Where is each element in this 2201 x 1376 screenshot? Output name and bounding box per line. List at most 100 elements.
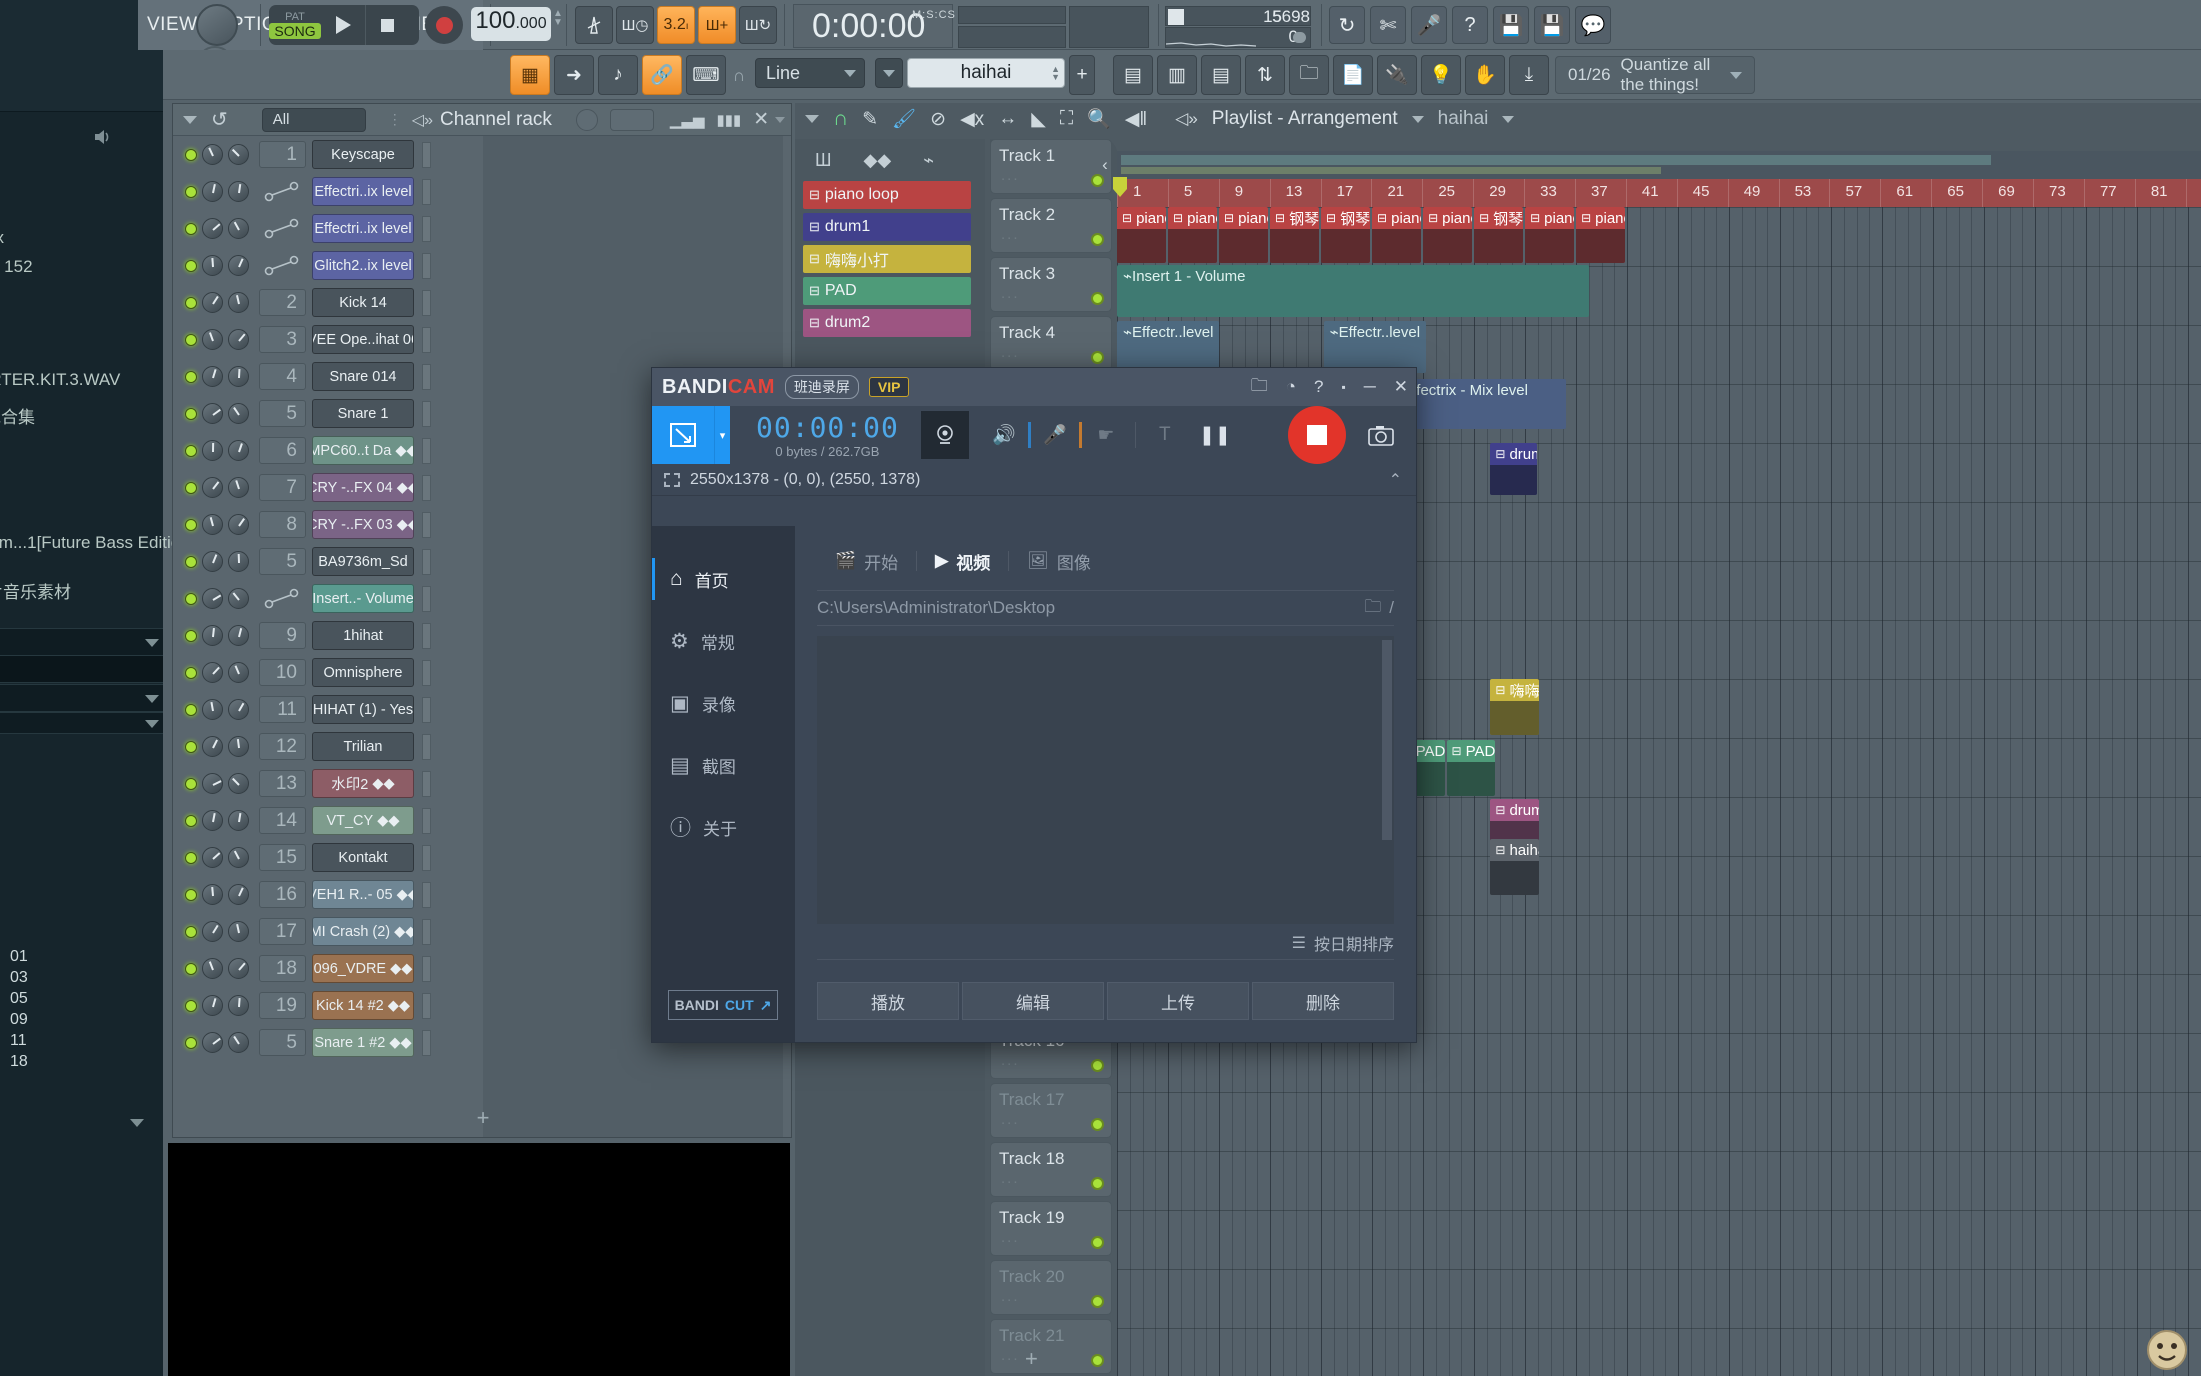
track-enable-led[interactable]	[1091, 1118, 1104, 1131]
channel-filter-select[interactable]: All	[261, 107, 785, 132]
volume-knob[interactable]	[228, 995, 249, 1016]
bandicam-dialog[interactable]: BANDICAM 班迪录屏 VIP 🗀 ◔ ? ▪ ─ ✕ ▾ 00:00:00…	[651, 367, 1417, 1043]
pattern-prev-button[interactable]	[875, 58, 903, 88]
track-name[interactable]: Track 18	[999, 1149, 1065, 1169]
pattern-name-field[interactable]: haihai ▲ ▼	[907, 58, 1065, 88]
volume-knob[interactable]	[228, 366, 249, 387]
pan-knob[interactable]	[202, 403, 223, 424]
pan-knob[interactable]	[202, 588, 223, 609]
webcam-toggle[interactable]	[920, 411, 969, 459]
channel-step-bar[interactable]	[422, 511, 431, 538]
chevron-down-icon[interactable]	[1411, 115, 1424, 123]
magnet-icon[interactable]: ∩	[733, 66, 745, 86]
playlist-clip[interactable]: ⊟drum2	[1490, 799, 1539, 841]
bandicam-titlebar[interactable]: BANDICAM 班迪录屏 VIP 🗀 ◔ ? ▪ ─ ✕	[652, 368, 1416, 406]
pattern-clip[interactable]: ⊟ drum1	[803, 213, 971, 241]
channel-led[interactable]	[185, 962, 197, 975]
piano-roll-button[interactable]: ▦	[510, 55, 550, 95]
browser-item-4[interactable]: Sam...1[Future Bass Edition]	[0, 533, 194, 553]
plugin-power-button[interactable]: 🔌	[1377, 55, 1417, 95]
channel-index[interactable]: 19	[259, 992, 306, 1019]
volume-knob[interactable]	[228, 921, 249, 942]
channel-index[interactable]: 8	[259, 511, 306, 538]
pan-knob[interactable]	[202, 810, 223, 831]
playlist-clip[interactable]: ⊟haihai	[1490, 839, 1539, 895]
folder-icon[interactable]: 🗀	[1251, 373, 1268, 402]
playlist-track[interactable]: Track 2...	[990, 198, 1112, 253]
channel-step-bar[interactable]	[422, 178, 431, 205]
volume-knob[interactable]	[228, 292, 249, 313]
pan-knob[interactable]	[202, 773, 223, 794]
bandicam-tab[interactable]: 🎬 开始	[817, 549, 916, 574]
master-pitch-knob[interactable]	[196, 4, 238, 46]
pan-knob[interactable]	[202, 366, 223, 387]
channel-step-bar[interactable]	[422, 696, 431, 723]
tempo-field[interactable]: 100.000	[471, 7, 551, 41]
pan-knob[interactable]	[202, 292, 223, 313]
pause-button[interactable]: ❚❚	[1194, 414, 1236, 456]
channel-index[interactable]: 3	[259, 326, 306, 353]
channel-led[interactable]	[185, 222, 197, 235]
channel-name[interactable]: Kick 14	[312, 288, 414, 317]
playlist-clip[interactable]: ⊟piano loop	[1117, 207, 1166, 263]
channel-led[interactable]	[185, 703, 197, 716]
tempo-stepper-icon[interactable]: ▲ ▼	[553, 9, 563, 28]
track-menu-dots[interactable]: ...	[1001, 1229, 1020, 1246]
channel-step-bar[interactable]	[422, 955, 431, 982]
slice-tool-icon[interactable]: ◣	[1031, 108, 1046, 131]
channel-step-bar[interactable]	[422, 363, 431, 390]
add-channel-button[interactable]: +	[173, 1105, 793, 1131]
channel-step-bar[interactable]	[422, 141, 431, 168]
pan-knob[interactable]	[202, 551, 223, 572]
channel-index[interactable]: 14	[259, 807, 306, 834]
volume-knob[interactable]	[228, 403, 249, 424]
volume-knob[interactable]	[228, 440, 249, 461]
close-icon[interactable]: ✕	[753, 108, 769, 131]
playlist-track[interactable]: Track 17...	[990, 1083, 1112, 1138]
automation-clip[interactable]: ⌁Effectr..level	[1323, 321, 1426, 373]
browser-item-0[interactable]: ox	[0, 228, 4, 248]
volume-knob[interactable]	[228, 810, 249, 831]
channel-step-bar[interactable]	[422, 289, 431, 316]
channel-name[interactable]: Omnisphere	[312, 658, 414, 687]
screen-area-mode-button[interactable]	[652, 406, 714, 464]
mute-tool-icon[interactable]: ◀x	[960, 108, 984, 131]
browser-panel[interactable]: ox p 152 ARTER.KIT.3.WAV 包合集 Sam...1[Fut…	[0, 0, 194, 1376]
channel-led[interactable]	[185, 555, 197, 568]
channel-step-bar[interactable]	[422, 733, 431, 760]
channel-led[interactable]	[185, 518, 197, 531]
channel-step-bar[interactable]	[422, 215, 431, 242]
pan-knob[interactable]	[202, 144, 223, 165]
channel-led[interactable]	[185, 185, 197, 198]
channel-led[interactable]	[185, 296, 197, 309]
track-enable-led[interactable]	[1091, 1295, 1104, 1308]
play-button[interactable]	[321, 5, 365, 45]
close-icon[interactable]: ✕	[1394, 377, 1408, 397]
pan-knob[interactable]	[202, 884, 223, 905]
track-name[interactable]: Track 17	[999, 1090, 1065, 1110]
microphone-toggle[interactable]: 🎤	[1034, 414, 1076, 456]
track-menu-dots[interactable]: ...	[1001, 344, 1020, 361]
channel-index[interactable]: 5	[259, 400, 306, 427]
bandicam-sidebar-item[interactable]: ⌂ 首页	[652, 548, 795, 610]
bandicam-sidebar-item[interactable]: ▤ 截图	[652, 734, 795, 796]
channel-led[interactable]	[185, 740, 197, 753]
channel-index[interactable]: 5	[259, 1029, 306, 1056]
pan-knob[interactable]	[202, 440, 223, 461]
automation-clip[interactable]: ⌁Effectr..level	[1117, 321, 1220, 373]
channel-step-bar[interactable]	[422, 992, 431, 1019]
channel-led[interactable]	[185, 148, 197, 161]
volume-knob[interactable]	[228, 588, 249, 609]
channel-step-bar[interactable]	[422, 585, 431, 612]
project-info-button[interactable]: 📄	[1333, 55, 1373, 95]
playlist-track[interactable]: Track 19...	[990, 1201, 1112, 1256]
slip-tool-icon[interactable]: ↔	[998, 108, 1017, 130]
file-action-buttons[interactable]: 播放 编辑 上传 删除	[817, 982, 1394, 1020]
step-edit-toggle[interactable]: Ш+	[698, 6, 736, 44]
zoom-tool-icon[interactable]: 🔍	[1087, 107, 1111, 131]
bandicam-tabs[interactable]: 🎬 开始 ▶ 视频 🖼 图像	[817, 544, 1394, 578]
channel-index[interactable]: 10	[259, 659, 306, 686]
channel-step-bar[interactable]	[422, 622, 431, 649]
bandicam-toolbar[interactable]: ▾ 00:00:00 0 bytes / 262.7GB 🔊 🎤 ☛ T ❚❚	[652, 406, 1416, 464]
volume-knob[interactable]	[228, 773, 249, 794]
